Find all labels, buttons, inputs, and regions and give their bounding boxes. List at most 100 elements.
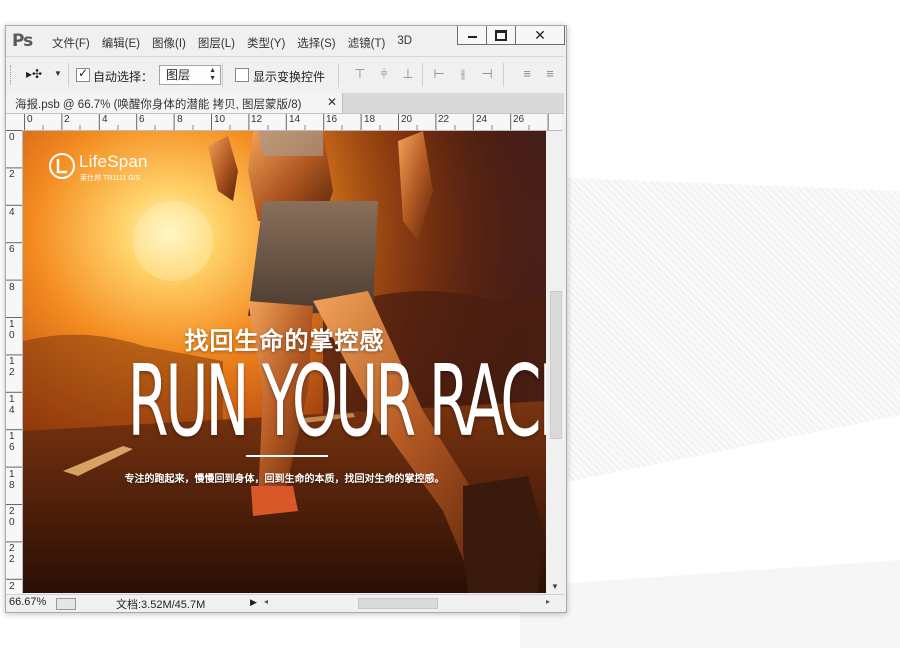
ruler-label: 6 bbox=[139, 114, 145, 125]
tagline: 专注的跑起来，慢慢回到身体，回到生命的本质，找回对生命的掌控感。 bbox=[124, 474, 445, 485]
zoom-level[interactable]: 66.67% bbox=[9, 596, 46, 608]
brand-sub: 莱仕邦 TR1111 G/S bbox=[80, 175, 141, 182]
ruler-label: 10 bbox=[9, 319, 15, 341]
align-left-icon[interactable]: ⊢ bbox=[431, 66, 447, 82]
ruler-label: 8 bbox=[9, 282, 15, 293]
ruler-label: 4 bbox=[102, 114, 108, 125]
ruler-label: 20 bbox=[401, 114, 413, 125]
show-transform-checkbox[interactable] bbox=[235, 68, 249, 82]
menu-3d[interactable]: 3D bbox=[397, 35, 417, 51]
ruler-origin[interactable] bbox=[6, 114, 23, 131]
minimize-icon bbox=[467, 36, 477, 38]
brand-name: LifeSpan bbox=[79, 152, 148, 171]
status-preview-icon[interactable] bbox=[56, 598, 76, 610]
vertical-scroll-thumb[interactable] bbox=[550, 291, 562, 439]
distribute-top-icon[interactable]: ≡ bbox=[519, 66, 535, 82]
ruler-label: 8 bbox=[177, 114, 183, 125]
toolbar-grip[interactable] bbox=[10, 65, 13, 85]
menu-layer[interactable]: 图层(L) bbox=[198, 35, 240, 51]
align-vertical-center-icon[interactable]: ⫩ bbox=[376, 66, 392, 82]
ruler-label: 12 bbox=[251, 114, 263, 125]
toolbar-separator bbox=[68, 63, 69, 87]
auto-select-target-value: 图层 bbox=[166, 68, 191, 82]
ruler-label: 18 bbox=[364, 114, 376, 125]
headline-en: RUN YOUR RACE bbox=[127, 345, 546, 459]
close-icon: ✕ bbox=[534, 27, 546, 43]
document-tab[interactable]: 海报.psb @ 66.7% (唤醒你身体的潜能 拷贝, 图层蒙版/8) ✕ bbox=[6, 93, 343, 113]
ruler-label: 2 bbox=[9, 581, 15, 592]
toolbar-separator bbox=[422, 63, 423, 87]
document-canvas[interactable]: LifeSpan 莱仕邦 TR1111 G/S 找回生命的掌控感 RUN YOU… bbox=[23, 131, 546, 593]
ruler-label: 16 bbox=[326, 114, 338, 125]
ruler-label: 22 bbox=[438, 114, 450, 125]
toolbar-separator bbox=[338, 63, 339, 87]
distribute-vertical-center-icon[interactable]: ≡ bbox=[542, 66, 558, 82]
close-window-button[interactable]: ✕ bbox=[515, 26, 565, 45]
minimize-button[interactable] bbox=[457, 26, 487, 45]
ruler-label: 22 bbox=[9, 543, 15, 565]
menu-file[interactable]: 文件(F) bbox=[52, 35, 95, 51]
menu-list: 文件(F) 编辑(E) 图像(I) 图层(L) 类型(Y) 选择(S) 滤镜(T… bbox=[52, 35, 424, 51]
window-controls: ✕ bbox=[457, 26, 565, 45]
toolbar-separator bbox=[222, 63, 223, 87]
vertical-ruler[interactable]: 0 2 4 6 8 10 12 14 16 18 20 22 2 bbox=[6, 130, 23, 594]
ruler-label: 6 bbox=[9, 244, 15, 255]
ruler-label: 16 bbox=[9, 431, 15, 453]
horizontal-ruler[interactable]: 0 2 4 6 8 10 12 14 16 18 20 22 24 26 bbox=[22, 114, 562, 131]
auto-select-checkbox[interactable]: ✓ bbox=[76, 66, 90, 82]
align-bottom-icon[interactable]: ⊥ bbox=[400, 66, 416, 82]
move-tool-icon[interactable]: ▸✣ bbox=[26, 67, 42, 81]
status-bar: 66.67% 文档:3.52M/45.7M ▶ ◂ ▸ bbox=[6, 594, 564, 612]
options-bar: ▸✣ ▼ ✓ 自动选择： 图层 ▲ ▼ 显示变换控件 ⊤ ⫩ ⊥ ⊢ ⫲ ⊣ ≡ … bbox=[6, 56, 564, 94]
ruler-label: 18 bbox=[9, 469, 15, 491]
background-decoration-bottom bbox=[520, 560, 900, 648]
select-arrows-icon: ▲ ▼ bbox=[209, 67, 216, 82]
ruler-label: 2 bbox=[9, 169, 15, 180]
photoshop-window: Ps 文件(F) 编辑(E) 图像(I) 图层(L) 类型(Y) 选择(S) 滤… bbox=[5, 25, 567, 613]
ruler-label: 4 bbox=[9, 207, 15, 218]
close-tab-icon[interactable]: ✕ bbox=[327, 95, 337, 109]
maximize-button[interactable] bbox=[486, 26, 516, 45]
ruler-label: 20 bbox=[9, 506, 15, 528]
checkmark-icon: ✓ bbox=[78, 66, 89, 80]
ruler-label: 12 bbox=[9, 356, 15, 378]
horizontal-scrollbar[interactable]: ◂ ▸ bbox=[262, 596, 550, 610]
menu-type[interactable]: 类型(Y) bbox=[247, 35, 290, 51]
maximize-icon bbox=[495, 29, 507, 41]
headline-divider bbox=[246, 455, 328, 457]
menu-select[interactable]: 选择(S) bbox=[297, 35, 340, 51]
show-transform-label: 显示变换控件 bbox=[253, 70, 326, 84]
background-decoration bbox=[554, 177, 900, 484]
ruler-label: 26 bbox=[513, 114, 525, 125]
document-tab-bar: 海报.psb @ 66.7% (唤醒你身体的潜能 拷贝, 图层蒙版/8) ✕ bbox=[6, 93, 564, 114]
scroll-left-icon[interactable]: ◂ bbox=[264, 597, 268, 606]
align-right-icon[interactable]: ⊣ bbox=[479, 66, 495, 82]
lifespan-logo-icon bbox=[49, 153, 75, 179]
status-menu-arrow-icon[interactable]: ▶ bbox=[250, 597, 257, 608]
scroll-right-icon[interactable]: ▸ bbox=[546, 597, 550, 606]
app-logo: Ps bbox=[12, 31, 33, 51]
align-horizontal-center-icon[interactable]: ⫲ bbox=[455, 66, 471, 82]
tool-preset-dropdown-icon[interactable]: ▼ bbox=[54, 69, 62, 78]
ruler-label: 14 bbox=[289, 114, 301, 125]
horizontal-scroll-thumb[interactable] bbox=[358, 598, 438, 609]
ruler-label: 0 bbox=[27, 114, 33, 125]
brand-logo: LifeSpan 莱仕邦 TR1111 G/S bbox=[49, 151, 159, 191]
document-size-info: 文档:3.52M/45.7M bbox=[116, 599, 206, 611]
scroll-down-icon[interactable]: ▼ bbox=[551, 582, 559, 591]
menu-filter[interactable]: 滤镜(T) bbox=[348, 35, 391, 51]
document-tab-title: 海报.psb @ 66.7% (唤醒你身体的潜能 拷贝, 图层蒙版/8) bbox=[15, 99, 302, 111]
auto-select-label: 自动选择： bbox=[93, 70, 154, 84]
vertical-scrollbar[interactable]: ▼ bbox=[547, 131, 563, 593]
menu-bar: Ps 文件(F) 编辑(E) 图像(I) 图层(L) 类型(Y) 选择(S) 滤… bbox=[6, 26, 566, 56]
menu-image[interactable]: 图像(I) bbox=[152, 35, 191, 51]
ruler-label: 10 bbox=[214, 114, 226, 125]
auto-select-target-select[interactable]: 图层 ▲ ▼ bbox=[159, 65, 221, 85]
menu-edit[interactable]: 编辑(E) bbox=[102, 35, 145, 51]
ruler-label: 24 bbox=[476, 114, 488, 125]
ruler-label: 14 bbox=[9, 394, 15, 416]
toolbar-separator bbox=[503, 63, 504, 87]
ruler-label: 0 bbox=[9, 132, 15, 143]
align-top-icon[interactable]: ⊤ bbox=[352, 66, 368, 82]
ruler-label: 2 bbox=[64, 114, 70, 125]
